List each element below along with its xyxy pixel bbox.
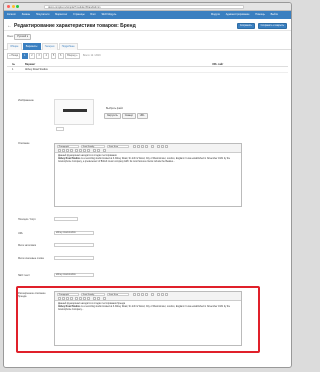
seo-label: SEO текст [18,274,30,277]
align-left-icon[interactable] [75,149,78,152]
nav-right: Модули Администрирование Помощь Выйти [211,11,283,19]
pager-page-6[interactable]: 6 [57,53,64,59]
strike-icon[interactable] [145,145,148,148]
nav-item-modules[interactable]: Модули [211,13,220,16]
description-bold: Abbey Road Studios [58,157,81,160]
window-controls[interactable] [7,5,21,9]
description-content[interactable]: Данный функционал находится в стадии тес… [55,153,241,166]
font-family-select[interactable]: Font Family [81,145,105,149]
back-arrow-icon[interactable]: ← [7,23,12,29]
col-variant: Вариант [25,62,36,66]
maximize-dot-icon[interactable] [16,5,19,8]
bullet-list-icon[interactable] [58,149,61,152]
unlink-icon[interactable] [161,145,164,148]
address-bar[interactable]: demo.simpla.ru/simpla/?module=BrandAdmin [44,4,244,9]
page-title: Редактирование характеристики товаров: Б… [14,23,136,29]
pager-next[interactable]: Вперед » [64,53,80,59]
page-header: ← Редактирование характеристики товаров:… [4,19,291,31]
meta-title-input[interactable] [54,243,94,247]
close-dot-icon[interactable] [7,5,10,8]
seo-input[interactable]: abbey-road-studios [54,273,94,277]
meta-title-label: Мета заголовок [18,244,37,247]
brand-image[interactable] [54,99,94,125]
redo-icon[interactable] [97,149,100,152]
description-text: is a recording studio located at 3 Abbey… [58,157,231,163]
align-right-icon[interactable] [83,149,86,152]
save-button[interactable]: Сохранить [236,23,255,30]
choose-file-label[interactable]: Выбрать файл [106,107,123,110]
nav-item-logout[interactable]: Выйти [271,13,278,16]
nav-item-seo[interactable]: SEO Модуль [102,13,117,16]
top-navbar: Каталог Заказы Покупатели Маркетинг Стра… [4,11,291,19]
header-actions: Сохранить Сохранить и закрыть [235,23,287,30]
nav-item-marketing[interactable]: Маркетинг [55,13,67,16]
paragraph-select[interactable]: Paragraph [57,145,79,149]
undo-icon[interactable] [93,149,96,152]
url-input[interactable]: abbey-road-studios [54,231,94,235]
upload-button[interactable]: Загрузить [104,113,121,120]
link-icon[interactable] [157,145,160,148]
nav-item-catalog[interactable]: Каталог [7,13,16,16]
font-size-select[interactable]: Font Size [107,145,129,149]
highlight-frame [16,286,260,353]
pager-prev[interactable]: « Назад [7,53,21,59]
nav-item-admin[interactable]: Администрирование [226,13,250,16]
col-url: URL сайт [212,62,224,66]
nav-item-customers[interactable]: Покупатели [36,13,50,16]
col-num: № [12,62,15,66]
underline-icon[interactable] [141,145,144,148]
sort-input[interactable] [54,217,78,221]
tab-details[interactable]: Подробнее [58,43,78,50]
scanner-button[interactable]: Сканер [121,113,136,120]
pager-page-4[interactable]: 4 [43,53,50,59]
row-num: 1 [12,68,14,72]
language-label: Язык: [7,34,14,38]
minimize-dot-icon[interactable] [11,5,15,8]
pager-page-5[interactable]: 5 [50,53,57,59]
description-paragraph: Abbey Road Studios is a recording studio… [58,158,238,164]
row-value: Abbey Road Studios [25,68,48,72]
image-insert-icon[interactable] [165,145,168,148]
url-button[interactable]: URL [136,113,148,120]
tab-gallery[interactable]: Галерея [41,43,58,50]
editor-toolbar: Paragraph Font Family Font Size [55,144,241,153]
text-color-icon[interactable] [151,145,154,148]
image-action-icon[interactable] [56,127,64,131]
image-buttons: Загрузить Сканер URL [104,113,148,120]
number-list-icon[interactable] [62,149,65,152]
bold-icon[interactable] [133,145,136,148]
nav-item-blog[interactable]: Блог [90,13,95,16]
pager-info: Всего: 12 / 2019 [83,54,101,58]
pager-page-1[interactable]: 1 [21,53,28,59]
description-label: Описание [18,142,30,145]
nav-item-orders[interactable]: Заказы [22,13,30,16]
tab-variants[interactable]: Варианты [22,43,41,50]
meta-keywords-label: Мета ключевые слова [18,257,44,260]
meta-keywords-input[interactable] [54,256,94,260]
pager-page-3[interactable]: 3 [36,53,43,59]
align-justify-icon[interactable] [87,149,90,152]
nav-item-help[interactable]: Помощь [255,13,265,16]
tab-general[interactable]: Общие [7,43,22,50]
table-row[interactable]: 1 Abbey Road Studios [7,67,288,73]
url-label: URL [18,232,24,235]
browser-titlebar: demo.simpla.ru/simpla/?module=BrandAdmin [4,3,291,11]
language-selector: Язык: Русский ▾ [4,31,291,43]
sort-label: Позиция / Сорт. [18,218,37,221]
indent-icon[interactable] [70,149,73,152]
tab-bar: Общие Варианты Галерея Подробнее [4,43,291,51]
image-label: Изображение [18,99,34,102]
save-close-button[interactable]: Сохранить и закрыть [257,23,287,30]
pagination: « Назад 1 2 3 4 5 6 Вперед » Всего: 12 /… [4,50,291,59]
logo-placeholder-icon [63,109,87,112]
italic-icon[interactable] [137,145,140,148]
language-dropdown[interactable]: Русский ▾ [14,34,31,41]
align-center-icon[interactable] [79,149,82,152]
outdent-icon[interactable] [66,149,69,152]
description-editor[interactable]: Paragraph Font Family Font Size Данный ф… [54,143,242,207]
code-icon[interactable] [103,149,106,152]
browser-window: demo.simpla.ru/simpla/?module=BrandAdmin… [3,2,292,368]
nav-item-pages[interactable]: Страницы [73,13,85,16]
pager-page-2[interactable]: 2 [28,53,35,59]
